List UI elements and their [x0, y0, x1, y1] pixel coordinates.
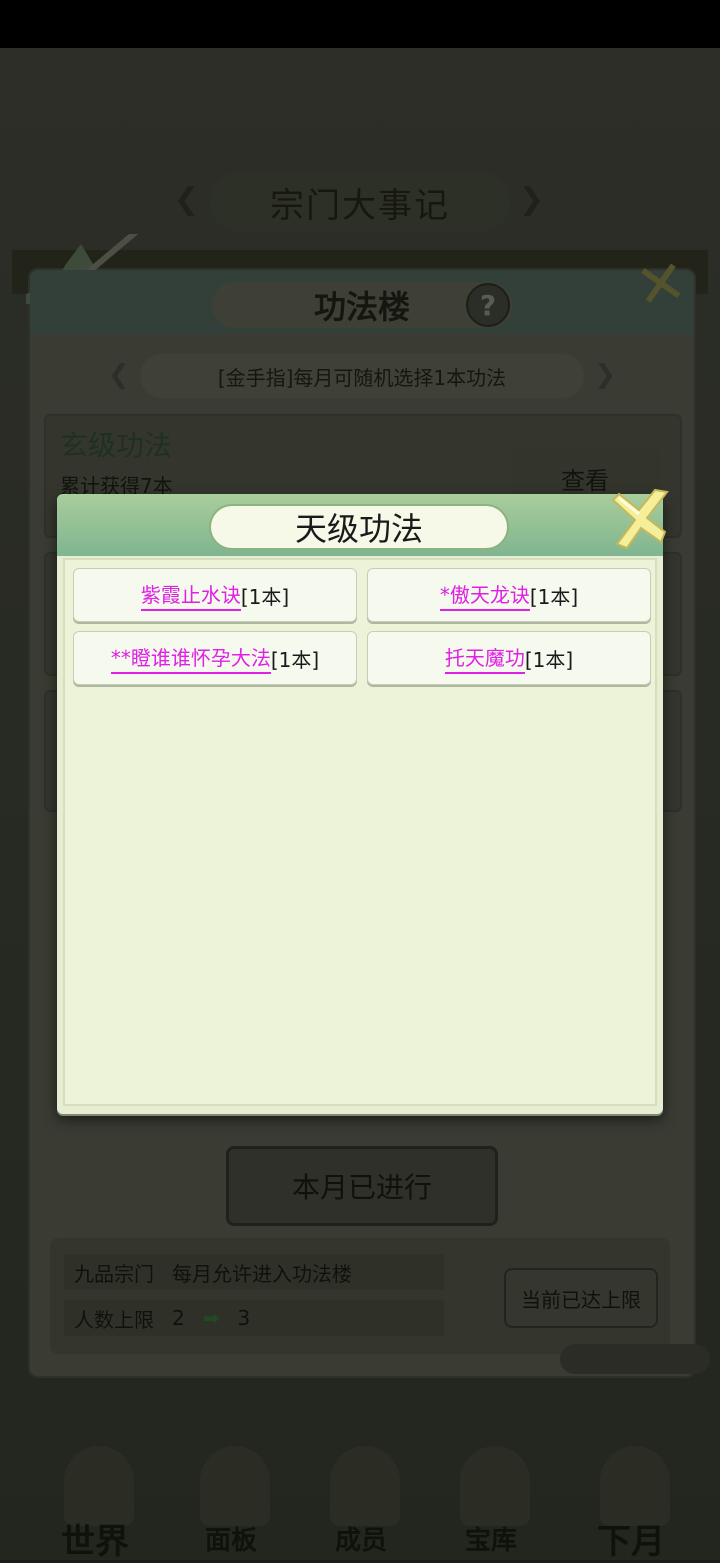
sect-level: 九品宗门	[74, 1261, 154, 1286]
bottom-nav: 世界 面板 成员 宝库 下月	[0, 1410, 720, 1562]
hall-header: 功法楼 ?	[30, 270, 694, 334]
close-icon[interactable]	[605, 486, 671, 552]
sect-permission: 每月允许进入功法楼	[172, 1261, 352, 1286]
panel-icon	[200, 1446, 270, 1526]
right-ornament-icon: ❯	[594, 360, 616, 390]
members-icon	[330, 1446, 400, 1526]
events-banner-title: 宗门大事记	[270, 185, 450, 226]
nav-panel[interactable]: 面板	[166, 1410, 296, 1560]
technique-item[interactable]: **瞪谁谁怀孕大法 [1本]	[73, 631, 357, 685]
cheat-banner: ❮ [金手指]每月可随机选择1本功法 ❯	[108, 354, 616, 398]
scroll-ornament	[560, 1344, 710, 1374]
events-banner: ❮ 宗门大事记 ❯	[174, 172, 544, 232]
member-limit-label: 人数上限	[74, 1307, 154, 1332]
technique-count: [1本]	[529, 584, 579, 609]
nav-treasury-label: 宝库	[464, 1526, 517, 1556]
technique-count: [1本]	[270, 647, 320, 672]
hall-title-text: 功法楼	[313, 288, 410, 326]
nav-panel-label: 面板	[204, 1526, 257, 1556]
heaven-technique-modal: 天级功法 紫霞止水诀 [1本] *傲天龙诀 [1本] **瞪谁谁怀孕大法 [1本…	[57, 488, 669, 1114]
member-limit-from: 2	[172, 1306, 185, 1330]
member-limit-to: 3	[237, 1306, 251, 1330]
technique-item[interactable]: *傲天龙诀 [1本]	[367, 568, 651, 622]
right-arrow-icon: ➡	[202, 1306, 220, 1330]
technique-name: 紫霞止水诀	[140, 579, 241, 611]
cheat-text: [金手指]每月可随机选择1本功法	[217, 365, 507, 390]
sect-info-box: 九品宗门 每月允许进入功法楼 人数上限 2 ➡ 3 当前已达上限	[50, 1238, 670, 1354]
nav-members-label: 成员	[334, 1526, 387, 1556]
rank-title: 玄级功法	[60, 429, 173, 462]
sect-permission-row: 九品宗门 每月允许进入功法楼	[64, 1254, 444, 1290]
technique-count: [1本]	[524, 647, 574, 672]
nav-treasury[interactable]: 宝库	[426, 1410, 556, 1560]
treasury-icon	[460, 1446, 530, 1526]
nav-next-month[interactable]: 下月	[566, 1410, 696, 1562]
limit-reached-button[interactable]: 当前已达上限	[504, 1268, 658, 1328]
technique-name: **瞪谁谁怀孕大法	[110, 642, 271, 674]
nav-members[interactable]: 成员	[296, 1410, 426, 1560]
technique-item[interactable]: 紫霞止水诀 [1本]	[73, 568, 357, 622]
nav-next-month-label: 下月	[597, 1522, 665, 1562]
right-ornament-icon: ❯	[518, 182, 546, 217]
member-limit-row: 人数上限 2 ➡ 3	[64, 1300, 444, 1336]
modal-title: 天级功法	[209, 504, 509, 550]
technique-name: *傲天龙诀	[439, 579, 530, 611]
technique-item[interactable]: 托天魔功 [1本]	[367, 631, 651, 685]
status-bar	[0, 0, 720, 48]
modal-body: 紫霞止水诀 [1本] *傲天龙诀 [1本] **瞪谁谁怀孕大法 [1本] 托天魔…	[63, 558, 657, 1106]
nav-world-label: 世界	[61, 1522, 129, 1562]
left-ornament-icon: ❮	[174, 182, 202, 217]
technique-name: 托天魔功	[444, 642, 525, 674]
monthly-done-button[interactable]: 本月已进行	[226, 1146, 498, 1226]
modal-header: 天级功法	[57, 494, 663, 556]
left-ornament-icon: ❮	[108, 360, 130, 390]
help-icon[interactable]: ?	[466, 283, 510, 327]
technique-count: [1本]	[240, 584, 290, 609]
nav-world[interactable]: 世界	[30, 1410, 160, 1562]
